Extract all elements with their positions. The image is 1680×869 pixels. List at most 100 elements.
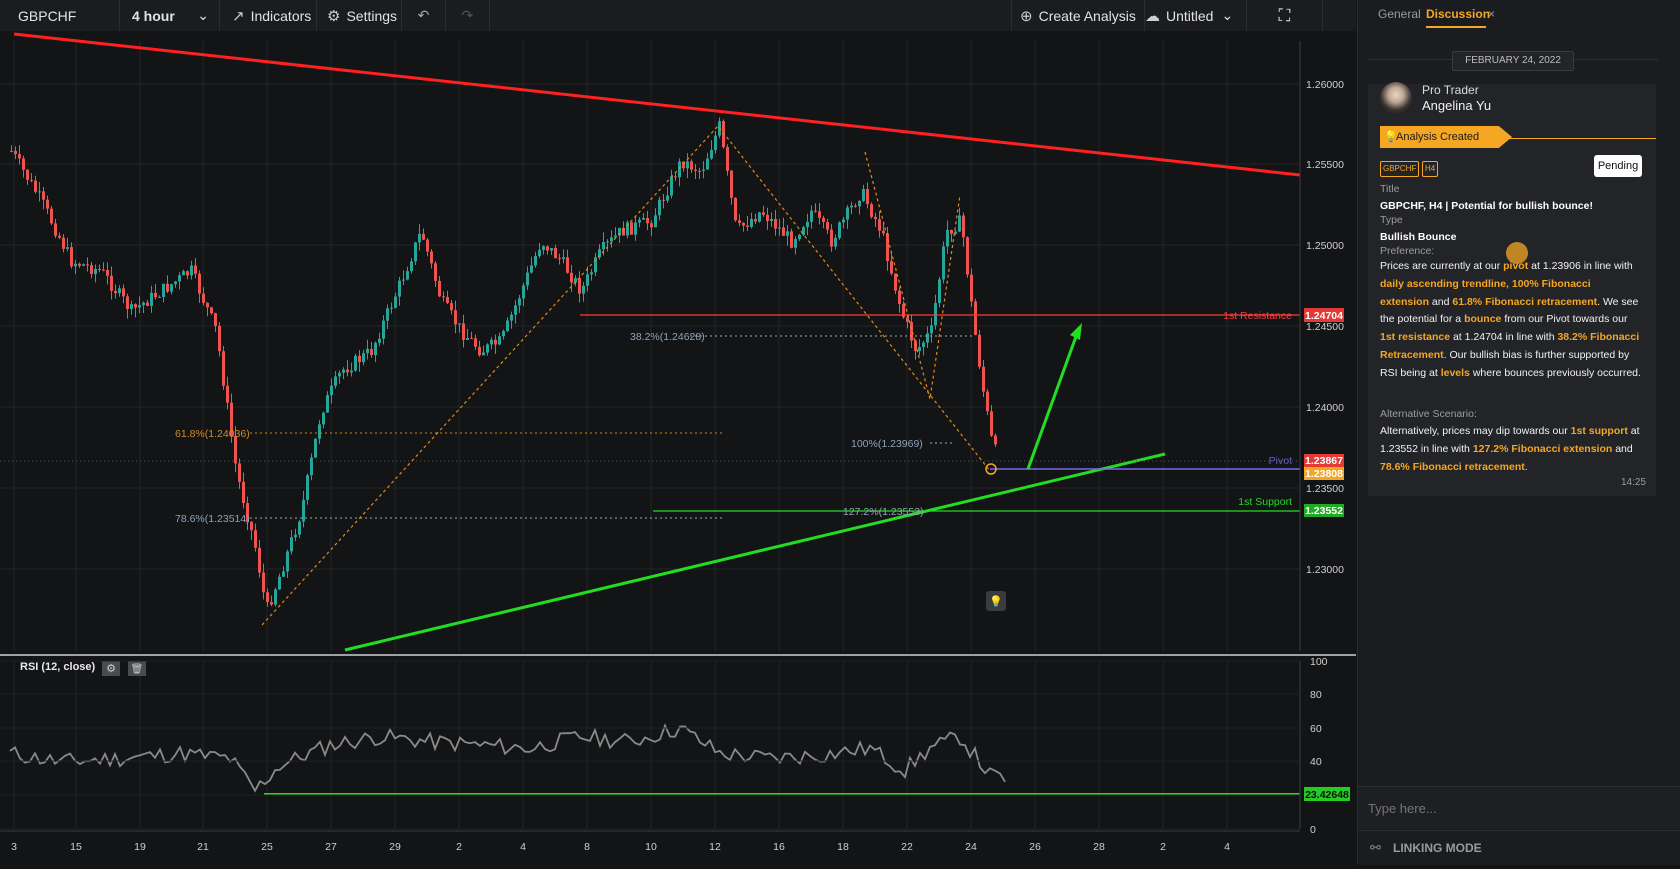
rsi-tick-label: 60 bbox=[1310, 723, 1322, 735]
candle-body bbox=[130, 304, 133, 309]
candle-body bbox=[294, 534, 297, 538]
create-analysis-label: Create Analysis bbox=[1038, 7, 1136, 24]
price-chart[interactable]: 1st Resistance Pivot 1st Support 38.2%(1… bbox=[0, 31, 1356, 864]
candle-body bbox=[762, 212, 765, 215]
candle-body bbox=[706, 158, 709, 170]
candle-body bbox=[546, 246, 549, 251]
analysis-created-banner: 💡 Analysis Created bbox=[1380, 126, 1512, 148]
candle-body bbox=[478, 346, 481, 356]
chevron-down-icon: ⌄ bbox=[1221, 7, 1234, 23]
candle-body bbox=[414, 242, 417, 262]
chevron-down-icon: ⌄ bbox=[197, 7, 209, 23]
candle-body bbox=[282, 571, 285, 577]
layout-name: Untitled bbox=[1166, 7, 1214, 24]
candle-body bbox=[670, 176, 673, 196]
indicators-button[interactable]: ↗ Indicators bbox=[220, 0, 317, 31]
candle-body bbox=[210, 307, 213, 314]
preference-text: Prices are currently at our pivot at 1.2… bbox=[1380, 260, 1641, 379]
candle-body bbox=[734, 197, 737, 221]
candle-body bbox=[410, 261, 413, 272]
fib-618-label: 61.8%(1.24036) bbox=[175, 428, 250, 440]
symbol-selector[interactable]: GBPCHF bbox=[0, 0, 120, 31]
time-tick-label: 21 bbox=[197, 841, 209, 853]
linking-mode-bar[interactable]: ⚯ LINKING MODE bbox=[1358, 830, 1680, 865]
candle-body bbox=[982, 366, 985, 392]
candle-body bbox=[446, 297, 449, 304]
candle-body bbox=[490, 339, 493, 345]
linking-mode-label: LINKING MODE bbox=[1393, 841, 1482, 855]
candle-body bbox=[742, 222, 745, 226]
candle-body bbox=[450, 303, 453, 311]
candle-body bbox=[530, 265, 533, 273]
candle-body bbox=[930, 325, 933, 334]
candle-body bbox=[502, 331, 505, 337]
settings-button[interactable]: ⚙ Settings bbox=[317, 0, 402, 31]
candle-body bbox=[106, 269, 109, 276]
undo-button[interactable]: ↶ bbox=[402, 0, 446, 31]
candle-body bbox=[18, 154, 21, 159]
active-tab-indicator bbox=[1426, 26, 1486, 28]
candle-body bbox=[874, 216, 877, 220]
candle-body bbox=[818, 211, 821, 218]
candle-body bbox=[942, 246, 945, 280]
candle-body bbox=[554, 247, 557, 259]
candle-body bbox=[714, 135, 717, 151]
candle-body bbox=[814, 210, 817, 212]
fib-100-label: 100%(1.23969) bbox=[851, 438, 923, 450]
candle-body bbox=[214, 313, 217, 326]
layout-select[interactable]: ☁ Untitled ⌄ bbox=[1145, 0, 1247, 31]
time-tick-label: 16 bbox=[773, 841, 785, 853]
rsi-tick-label: 80 bbox=[1310, 689, 1322, 701]
fullscreen-button[interactable]: ⛶ bbox=[1247, 0, 1323, 31]
symbol-tag: GBPCHF bbox=[1380, 161, 1420, 177]
candle-body bbox=[314, 438, 317, 458]
candle-body bbox=[918, 347, 921, 352]
candle-body bbox=[182, 271, 185, 276]
candle-body bbox=[306, 475, 309, 500]
close-icon[interactable]: × bbox=[1488, 7, 1495, 21]
resistance-price: 1.24704 bbox=[1305, 310, 1343, 322]
candle-body bbox=[630, 222, 633, 235]
time-tick-label: 24 bbox=[965, 841, 977, 853]
candle-body bbox=[590, 272, 593, 275]
tab-discussion[interactable]: Discussion bbox=[1426, 7, 1490, 21]
timeframe-tag: H4 bbox=[1422, 161, 1439, 177]
candle-body bbox=[94, 268, 97, 275]
candle-body bbox=[858, 200, 861, 207]
cloud-upload-icon: ☁ bbox=[1145, 7, 1160, 25]
tab-general[interactable]: General bbox=[1378, 7, 1421, 21]
cursor-highlight bbox=[1506, 242, 1528, 264]
candle-body bbox=[10, 150, 13, 152]
candle-body bbox=[482, 352, 485, 356]
candle-body bbox=[730, 170, 733, 198]
candle-body bbox=[90, 265, 93, 275]
timeframe-select[interactable]: 4 hour ⌄ bbox=[120, 0, 220, 31]
candle-body bbox=[262, 572, 265, 593]
price-tick-label: 1.25500 bbox=[1306, 159, 1344, 171]
candle-body bbox=[898, 290, 901, 305]
candle-body bbox=[326, 395, 329, 413]
candle-body bbox=[810, 210, 813, 222]
candle-body bbox=[434, 263, 437, 281]
message-input[interactable] bbox=[1366, 795, 1660, 821]
candle-body bbox=[250, 521, 253, 531]
candle-body bbox=[198, 273, 201, 294]
candle-body bbox=[298, 521, 301, 535]
fib-382-label: 38.2%(1.24628) bbox=[630, 331, 705, 343]
price-tick-label: 1.25000 bbox=[1306, 240, 1344, 252]
rsi-tick-label: 0 bbox=[1310, 824, 1316, 836]
rsi-line bbox=[9, 723, 1006, 793]
banner-label: Analysis Created bbox=[1396, 131, 1480, 143]
redo-button[interactable]: ↷ bbox=[446, 0, 490, 31]
create-analysis-button[interactable]: ⊕ Create Analysis bbox=[1011, 0, 1145, 31]
candle-body bbox=[506, 320, 509, 332]
candle-body bbox=[66, 247, 69, 249]
chart-area[interactable]: 1st Resistance Pivot 1st Support 38.2%(1… bbox=[0, 31, 1356, 864]
candle-body bbox=[30, 179, 33, 181]
type-label: Type bbox=[1380, 214, 1403, 226]
fib-pattern-1 bbox=[261, 125, 991, 626]
time-tick-label: 18 bbox=[837, 841, 849, 853]
candle-body bbox=[934, 302, 937, 326]
fullscreen-icon: ⛶ bbox=[1278, 5, 1291, 25]
candle-body bbox=[438, 280, 441, 297]
